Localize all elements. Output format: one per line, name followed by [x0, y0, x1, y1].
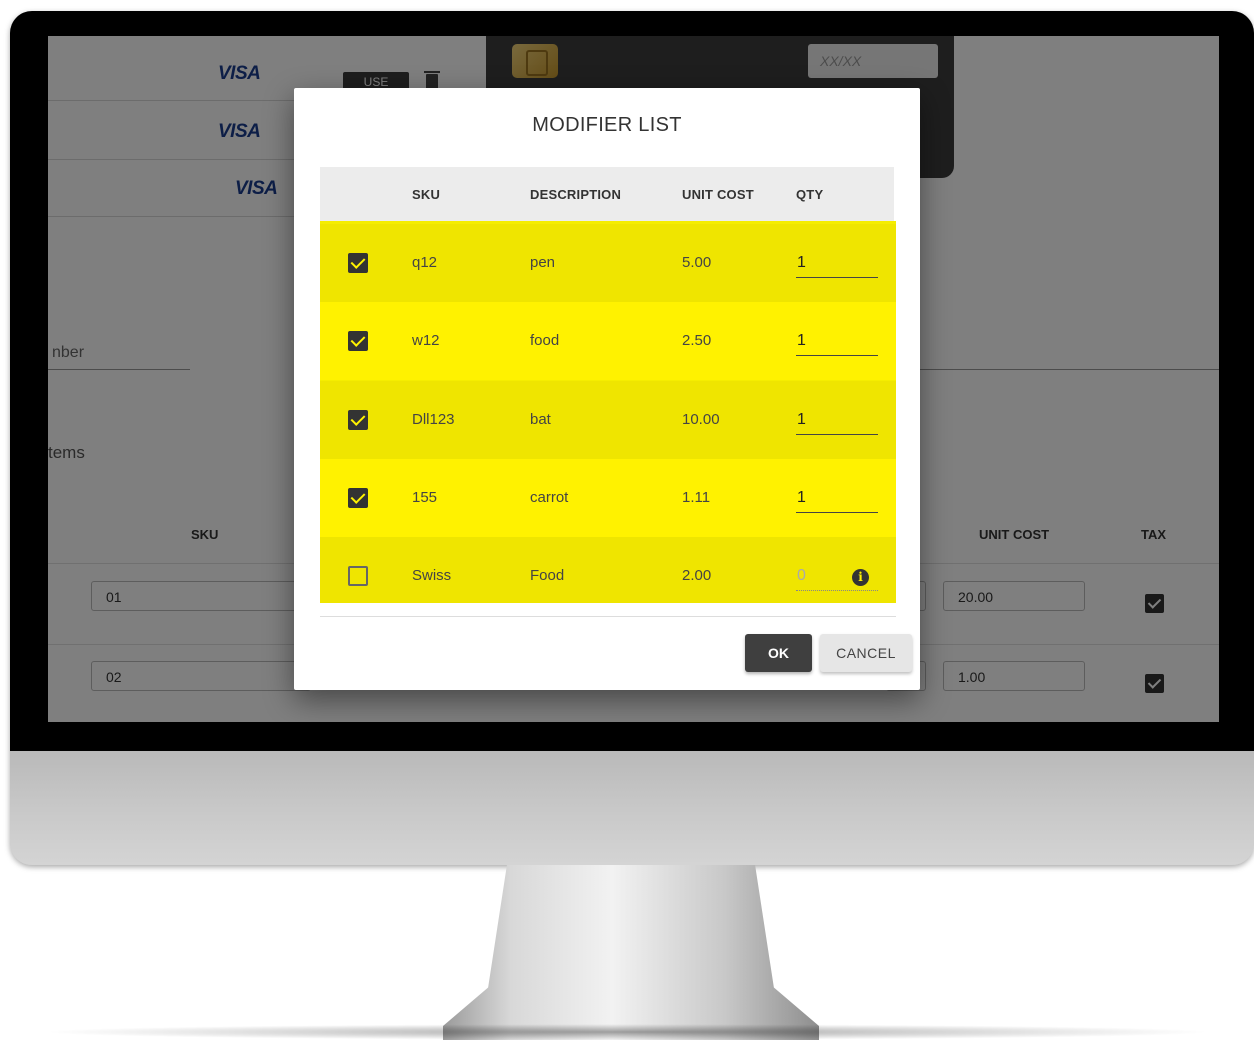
unit-cost-cell: 2.50: [682, 332, 712, 349]
table-row[interactable]: Dll123 bat 10.00 1: [320, 381, 896, 459]
description-cell: bat: [530, 411, 551, 428]
description-cell: Food: [530, 567, 565, 584]
unit-cost-cell: 10.00: [682, 411, 720, 428]
table-row[interactable]: Swiss Food 2.00 0 i: [320, 537, 896, 603]
monitor-chin: [10, 751, 1254, 865]
column-header-unit-cost: UNIT COST: [682, 187, 754, 202]
qty-input[interactable]: 1: [796, 248, 878, 278]
description-cell: food: [530, 332, 560, 349]
column-header-sku: SKU: [412, 187, 441, 202]
sku-cell: Dll123: [412, 411, 455, 428]
unit-cost-cell: 5.00: [682, 254, 712, 271]
column-header-qty: QTY: [796, 187, 824, 202]
qty-input[interactable]: 1: [796, 326, 878, 356]
unit-cost-cell: 1.11: [682, 489, 711, 506]
description-cell: carrot: [530, 489, 569, 506]
row-checkbox[interactable]: [348, 331, 368, 351]
column-header-description: DESCRIPTION: [530, 187, 622, 202]
description-cell: pen: [530, 254, 556, 271]
unit-cost-cell: 2.00: [682, 567, 712, 584]
stand-shadow: [40, 1024, 1214, 1040]
sku-cell: Swiss: [412, 567, 452, 584]
sku-cell: q12: [412, 254, 438, 271]
dialog-title: MODIFIER LIST: [532, 114, 682, 136]
table-row[interactable]: q12 pen 5.00 1: [320, 224, 896, 302]
qty-input[interactable]: 1: [796, 405, 878, 435]
sku-cell: 155: [412, 489, 438, 506]
table-row[interactable]: 155 carrot 1.11 1: [320, 459, 896, 537]
sku-cell: w12: [412, 332, 440, 349]
monitor-stand: [443, 865, 819, 1040]
row-checkbox[interactable]: [348, 566, 368, 586]
modifier-list-dialog: MODIFIER LIST SKU DESCRIPTION UNIT COST …: [294, 88, 920, 690]
row-checkbox[interactable]: [348, 488, 368, 508]
table-footer-divider: [320, 616, 896, 617]
table-row[interactable]: w12 food 2.50 1: [320, 302, 896, 380]
info-icon[interactable]: i: [852, 569, 869, 586]
qty-input[interactable]: 1: [796, 483, 878, 513]
modifier-table-body: q12 pen 5.00 1 w12 food 2.50 1 Dll123 ba…: [320, 221, 896, 603]
row-checkbox[interactable]: [348, 410, 368, 430]
table-header: SKU DESCRIPTION UNIT COST QTY: [320, 167, 894, 221]
cancel-button[interactable]: CANCEL: [820, 634, 912, 672]
row-checkbox[interactable]: [348, 253, 368, 273]
ok-button[interactable]: OK: [745, 634, 812, 672]
